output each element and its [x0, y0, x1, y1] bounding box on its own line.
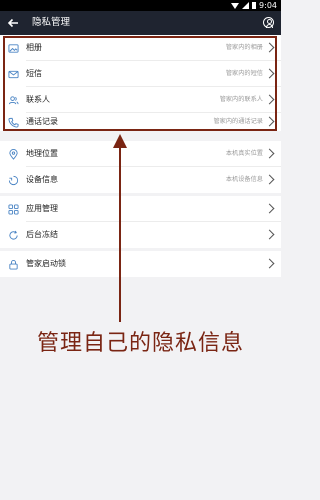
row-subtitle: 管家内的短信: [225, 70, 263, 77]
envelope-icon: [8, 70, 19, 79]
row-label: 通话记录: [26, 117, 58, 126]
people-icon: [8, 96, 19, 105]
status-bar: 9:04: [0, 0, 281, 11]
location-pin-icon: [9, 149, 18, 160]
back-button[interactable]: [5, 15, 21, 31]
row-subtitle: 管家内的联系人: [219, 96, 263, 103]
group-private-data: 相册 管家内的相册 短信 管家内的短信 联系人 管家内的联系人 通话记录 管家内…: [0, 35, 281, 131]
row-subtitle: 管家内的通话记录: [213, 118, 264, 125]
row-label: 联系人: [26, 95, 50, 104]
app-bar: 隐私管理: [0, 11, 281, 35]
chevron-right-icon: [264, 203, 275, 214]
row-sms[interactable]: 短信 管家内的短信: [0, 61, 281, 87]
row-subtitle: 管家内的相册: [225, 44, 263, 51]
row-subtitle: 本机真实位置: [225, 150, 263, 157]
chevron-right-icon: [264, 42, 275, 53]
row-label: 地理位置: [26, 149, 58, 158]
device-icon: [8, 175, 19, 186]
row-device-info[interactable]: 设备信息 本机设备信息: [0, 167, 281, 193]
grid-icon: [8, 204, 19, 215]
chevron-right-icon: [264, 68, 275, 79]
row-location[interactable]: 地理位置 本机真实位置: [0, 141, 281, 167]
user-icon[interactable]: [263, 17, 274, 28]
row-call-log[interactable]: 通话记录 管家内的通话记录: [0, 113, 281, 131]
row-label: 管家启动锁: [26, 259, 66, 268]
row-contacts[interactable]: 联系人 管家内的联系人: [0, 87, 281, 113]
chevron-right-icon: [264, 94, 275, 105]
annotation-caption: 管理自己的隐私信息: [36, 331, 244, 356]
chevron-right-icon: [264, 174, 275, 185]
status-time: 9:04: [259, 1, 277, 10]
chevron-right-icon: [264, 258, 275, 269]
row-startup-lock[interactable]: 管家启动锁: [0, 251, 281, 277]
lock-icon: [9, 260, 18, 270]
status-icons: 9:04: [231, 0, 277, 11]
refresh-icon: [9, 230, 18, 240]
row-subtitle: 本机设备信息: [225, 176, 263, 183]
row-label: 短信: [26, 69, 42, 78]
row-app-management[interactable]: 应用管理: [0, 196, 281, 222]
chevron-right-icon: [264, 229, 275, 240]
battery-icon: [252, 2, 257, 9]
wifi-icon: [231, 2, 240, 9]
chevron-right-icon: [264, 116, 275, 127]
arrow-line: [119, 146, 121, 322]
group-device: 地理位置 本机真实位置 设备信息 本机设备信息: [0, 141, 281, 193]
row-label: 设备信息: [26, 175, 58, 184]
row-label: 后台冻结: [26, 230, 58, 239]
row-background-freeze[interactable]: 后台冻结: [0, 222, 281, 248]
group-lock: 管家启动锁: [0, 251, 281, 277]
page-title: 隐私管理: [32, 17, 71, 28]
chevron-right-icon: [264, 148, 275, 159]
signal-icon: [242, 2, 250, 9]
back-arrow-icon: [7, 18, 18, 28]
phone-icon: [8, 117, 19, 128]
picture-icon: [8, 44, 19, 53]
row-album[interactable]: 相册 管家内的相册: [0, 35, 281, 61]
row-label: 相册: [26, 43, 42, 52]
row-label: 应用管理: [26, 204, 58, 213]
group-apps: 应用管理 后台冻结: [0, 196, 281, 248]
